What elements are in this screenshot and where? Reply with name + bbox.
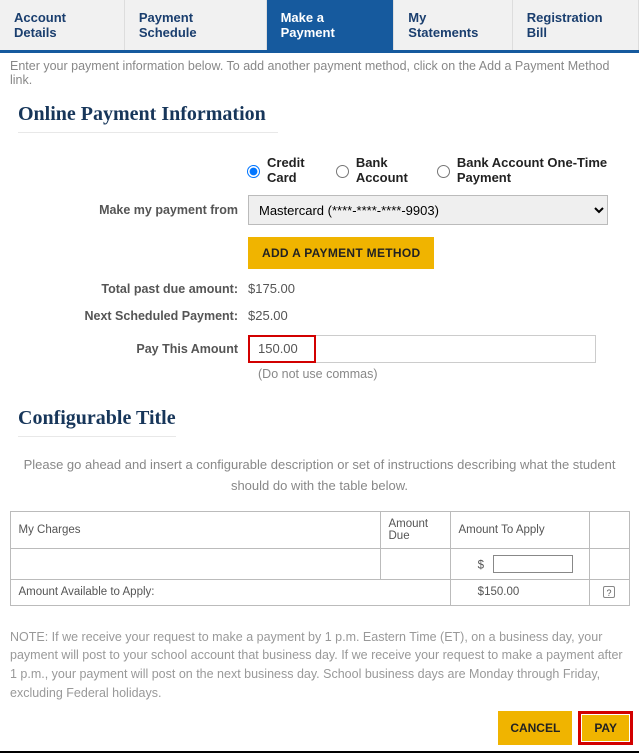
currency-symbol: $ xyxy=(478,559,484,571)
label-total-past-due: Total past due amount: xyxy=(18,282,248,296)
cell-amount-due xyxy=(380,548,450,579)
footer-actions: CANCEL PAY xyxy=(0,711,639,753)
configurable-section: Configurable Title xyxy=(0,385,639,445)
radio-bank-onetime-label: Bank Account One-Time Payment xyxy=(457,155,615,185)
online-payment-section: Online Payment Information Credit Card B… xyxy=(0,89,639,385)
radio-credit-card[interactable] xyxy=(247,165,260,178)
radio-bank-account-label: Bank Account xyxy=(356,155,422,185)
label-amount-available: Amount Available to Apply: xyxy=(10,579,450,605)
tab-account-details[interactable]: Account Details xyxy=(0,0,125,50)
label-pay-this-amount: Pay This Amount xyxy=(18,342,248,356)
pay-amount-value[interactable]: 150.00 xyxy=(248,335,316,363)
tab-bar: Account Details Payment Schedule Make a … xyxy=(0,0,639,53)
cell-charge-name xyxy=(10,548,380,579)
radio-bank-onetime[interactable] xyxy=(437,165,450,178)
tab-payment-schedule[interactable]: Payment Schedule xyxy=(125,0,267,50)
amount-to-apply-input[interactable] xyxy=(493,555,573,573)
cell-help: ? xyxy=(589,579,629,605)
pay-amount-input-wrap: 150.00 xyxy=(248,335,621,363)
charges-table: My Charges Amount Due Amount To Apply $ … xyxy=(10,511,630,606)
th-amount-to-apply: Amount To Apply xyxy=(450,511,589,548)
cancel-button[interactable]: CANCEL xyxy=(498,711,572,745)
posting-note: NOTE: If we receive your request to make… xyxy=(0,606,639,711)
th-my-charges: My Charges xyxy=(10,511,380,548)
th-actions xyxy=(589,511,629,548)
pay-amount-hint: (Do not use commas) xyxy=(258,367,621,381)
payment-method-select[interactable]: Mastercard (****-****-****-9903) xyxy=(248,195,608,225)
value-amount-available: $150.00 xyxy=(450,579,589,605)
tab-make-a-payment[interactable]: Make a Payment xyxy=(267,0,395,50)
intro-text: Enter your payment information below. To… xyxy=(0,53,639,89)
table-row: $ xyxy=(10,548,629,579)
tab-registration-bill[interactable]: Registration Bill xyxy=(513,0,639,50)
section-title-online-payment: Online Payment Information xyxy=(18,103,278,133)
add-payment-method-button[interactable]: ADD A PAYMENT METHOD xyxy=(248,237,434,269)
radio-bank-account[interactable] xyxy=(336,165,349,178)
configurable-description: Please go ahead and insert a configurabl… xyxy=(0,445,639,503)
pay-amount-input-extension[interactable] xyxy=(316,335,596,363)
th-amount-due: Amount Due xyxy=(380,511,450,548)
section-title-configurable: Configurable Title xyxy=(18,407,176,437)
pay-button-highlight: PAY xyxy=(578,711,633,745)
label-next-scheduled: Next Scheduled Payment: xyxy=(18,309,248,323)
value-total-past-due: $175.00 xyxy=(248,281,621,296)
label-make-payment-from: Make my payment from xyxy=(18,203,248,217)
cell-row-action xyxy=(589,548,629,579)
pay-button[interactable]: PAY xyxy=(582,715,629,741)
radio-credit-card-label: Credit Card xyxy=(267,155,321,185)
table-header-row: My Charges Amount Due Amount To Apply xyxy=(10,511,629,548)
table-footer-row: Amount Available to Apply: $150.00 ? xyxy=(10,579,629,605)
cell-amount-to-apply: $ xyxy=(450,548,589,579)
payment-type-radios: Credit Card Bank Account Bank Account On… xyxy=(242,155,621,185)
value-next-scheduled: $25.00 xyxy=(248,308,621,323)
help-icon[interactable]: ? xyxy=(603,586,615,598)
tab-my-statements[interactable]: My Statements xyxy=(394,0,512,50)
